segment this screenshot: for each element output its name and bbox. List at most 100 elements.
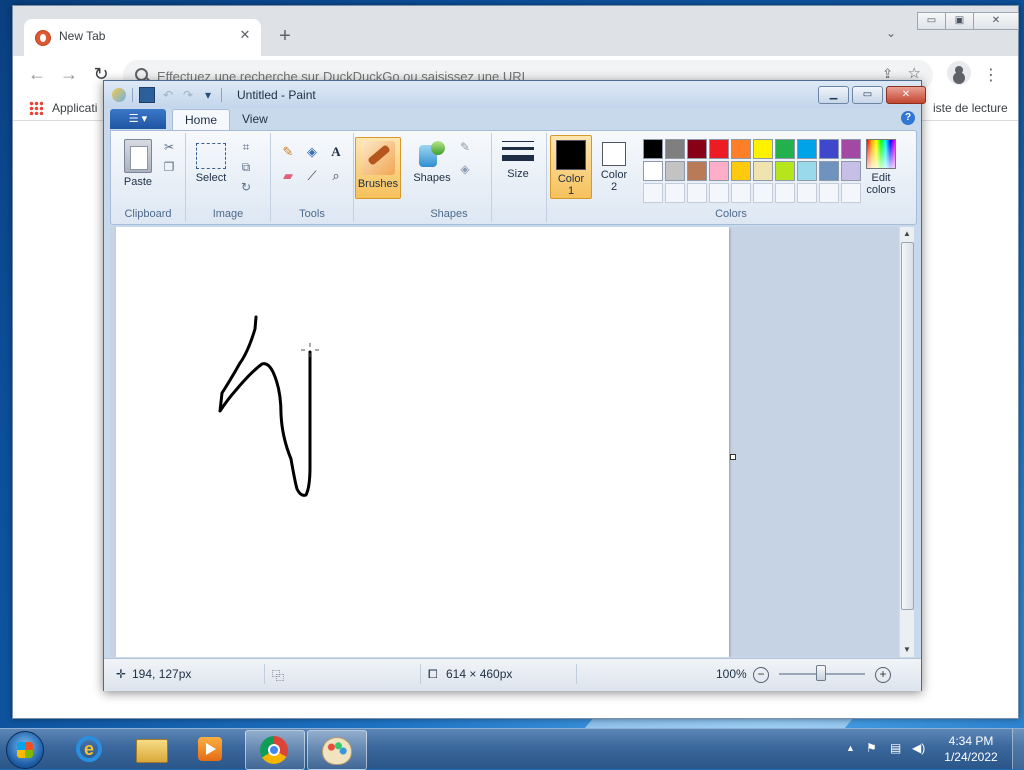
resize-icon[interactable]: ⧉ — [238, 159, 254, 175]
copy-icon[interactable]: ❐ — [161, 159, 177, 175]
palette-custom-slot[interactable] — [709, 183, 729, 203]
palette-custom-slot[interactable] — [775, 183, 795, 203]
customize-qat-icon[interactable]: ▾ — [201, 88, 215, 102]
size-button[interactable]: Size — [500, 139, 536, 180]
palette-swatch[interactable] — [643, 161, 663, 181]
taskbar-file-explorer[interactable] — [122, 730, 180, 768]
zoom-in-button[interactable]: + — [875, 667, 891, 683]
taskbar-chrome[interactable] — [245, 730, 305, 770]
qat-separator — [221, 88, 222, 102]
undo-icon[interactable]: ↶ — [161, 88, 175, 102]
show-desktop-button[interactable] — [1012, 729, 1024, 769]
color-picker-icon[interactable]: ⟋ — [301, 165, 323, 187]
taskbar-paint[interactable] — [307, 730, 367, 770]
vertical-scrollbar[interactable]: ▲ ▼ — [899, 227, 914, 657]
palette-swatch[interactable] — [687, 139, 707, 159]
profile-avatar-icon[interactable] — [947, 61, 971, 85]
browser-menu-icon[interactable]: ⋮ — [983, 65, 999, 85]
palette-swatch[interactable] — [665, 139, 685, 159]
palette-custom-slot[interactable] — [819, 183, 839, 203]
apps-grid-icon[interactable] — [29, 101, 43, 115]
palette-swatch[interactable] — [731, 161, 751, 181]
canvas-resize-handle[interactable] — [730, 454, 736, 460]
tab-view[interactable]: View — [230, 109, 280, 129]
new-tab-button[interactable]: + — [275, 26, 295, 46]
fill-bucket-icon[interactable]: ◈ — [301, 141, 323, 163]
forward-arrow-icon[interactable]: → — [59, 65, 79, 85]
action-center-flag-icon[interactable]: ⚑ — [866, 741, 877, 755]
back-arrow-icon[interactable]: ← — [27, 65, 47, 85]
quick-access-toolbar: ↶ ↷ ▾ — [112, 87, 222, 103]
shapes-button[interactable]: Shapes — [413, 139, 451, 184]
palette-swatch[interactable] — [665, 161, 685, 181]
select-rectangle-icon — [196, 143, 226, 169]
taskbar-media-player[interactable] — [182, 730, 240, 768]
browser-tab-new-tab[interactable]: New Tab ✕ — [24, 19, 261, 56]
palette-swatch[interactable] — [819, 161, 839, 181]
palette-swatch[interactable] — [643, 139, 663, 159]
eraser-icon[interactable]: ▰ — [277, 165, 299, 187]
palette-custom-slot[interactable] — [665, 183, 685, 203]
scroll-up-arrow-icon[interactable]: ▲ — [900, 227, 914, 241]
edit-colors-button[interactable]: Edit colors — [857, 139, 905, 196]
paint-maximize-button[interactable]: ▭ — [852, 86, 883, 104]
rotate-icon[interactable]: ↻ — [238, 179, 254, 195]
palette-custom-slot[interactable] — [643, 183, 663, 203]
show-hidden-icons-icon[interactable]: ▲ — [846, 743, 855, 753]
ribbon-tabs: ☰ ▾ Home View ? — [110, 108, 915, 130]
paint-app-icon[interactable] — [112, 88, 126, 102]
palette-custom-slot[interactable] — [731, 183, 751, 203]
text-tool-icon[interactable]: A — [325, 141, 347, 163]
outline-icon[interactable]: ✎ — [457, 139, 473, 155]
system-clock[interactable]: 4:34 PM 1/24/2022 — [935, 733, 1007, 765]
taskbar-internet-explorer[interactable]: e — [62, 730, 120, 768]
palette-custom-slot[interactable] — [753, 183, 773, 203]
browser-close-button[interactable]: ✕ — [973, 12, 1019, 30]
scrollbar-thumb[interactable] — [901, 242, 914, 610]
browser-minimize-button[interactable]: ▭ — [917, 12, 946, 30]
paint-close-button[interactable]: ✕ — [886, 86, 926, 104]
palette-swatch[interactable] — [753, 161, 773, 181]
paint-file-menu-button[interactable]: ☰ ▾ — [110, 109, 166, 129]
edit-colors-label: Edit colors — [866, 172, 896, 196]
save-icon[interactable] — [139, 87, 155, 103]
palette-swatch[interactable] — [775, 139, 795, 159]
palette-swatch[interactable] — [819, 139, 839, 159]
palette-swatch[interactable] — [753, 139, 773, 159]
palette-swatch[interactable] — [709, 139, 729, 159]
volume-icon[interactable]: ◀) — [912, 741, 925, 755]
reading-list-label[interactable]: iste de lecture — [933, 101, 1008, 115]
color2-button[interactable]: Color 2 — [594, 135, 634, 197]
zoom-out-button[interactable]: − — [753, 667, 769, 683]
drawing-canvas[interactable] — [116, 227, 729, 657]
browser-maximize-button[interactable]: ▣ — [945, 12, 974, 30]
cut-icon[interactable]: ✂ — [161, 139, 177, 155]
tab-close-icon[interactable]: ✕ — [237, 27, 253, 43]
palette-swatch[interactable] — [731, 139, 751, 159]
pencil-icon[interactable]: ✎ — [277, 141, 299, 163]
brushes-button[interactable]: Brushes — [355, 137, 401, 199]
scroll-down-arrow-icon[interactable]: ▼ — [900, 643, 914, 657]
palette-swatch[interactable] — [797, 161, 817, 181]
tab-search-chevron-icon[interactable]: ⌄ — [886, 26, 902, 42]
redo-icon[interactable]: ↷ — [181, 88, 195, 102]
paint-minimize-button[interactable]: ▁ — [818, 86, 849, 104]
palette-custom-slot[interactable] — [797, 183, 817, 203]
apps-bookmark-label[interactable]: Applicati — [52, 101, 97, 115]
zoom-slider-thumb[interactable] — [816, 665, 826, 681]
crop-icon[interactable]: ⌗ — [238, 139, 254, 155]
palette-custom-slot[interactable] — [687, 183, 707, 203]
network-icon[interactable]: ▤ — [890, 741, 901, 755]
color1-button[interactable]: Color 1 — [550, 135, 592, 199]
palette-swatch[interactable] — [775, 161, 795, 181]
palette-swatch[interactable] — [797, 139, 817, 159]
start-button-icon[interactable] — [6, 731, 44, 769]
tab-home[interactable]: Home — [172, 109, 231, 130]
magnifier-icon[interactable]: ⌕ — [325, 165, 347, 187]
palette-swatch[interactable] — [709, 161, 729, 181]
paste-button[interactable]: Paste — [119, 139, 157, 188]
help-icon[interactable]: ? — [901, 111, 915, 125]
fill-icon[interactable]: ◈ — [457, 161, 473, 177]
palette-swatch[interactable] — [687, 161, 707, 181]
select-button[interactable]: Select — [194, 143, 228, 184]
